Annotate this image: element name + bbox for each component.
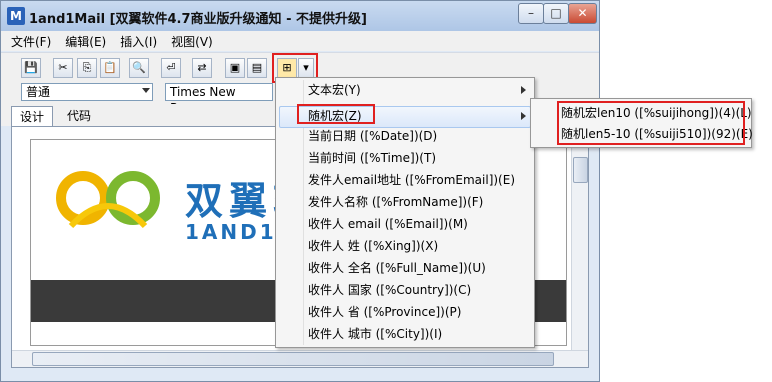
logo-subtext: 1AND1 <box>185 220 277 244</box>
tab-design[interactable]: 设计 <box>11 106 54 127</box>
style-select[interactable]: 普通 <box>21 83 153 101</box>
menu-edit[interactable]: 编辑(E) <box>55 31 110 50</box>
find-icon[interactable]: 🔍 <box>129 58 149 78</box>
submenu-highlight <box>557 101 745 145</box>
maximize-button[interactable]: □ <box>543 3 569 24</box>
minimize-button[interactable]: – <box>518 3 544 24</box>
title-bar: M 1and1Mail [双翼软件4.7商业版升级通知 - 不提供升级] – □… <box>1 1 599 31</box>
app-icon: M <box>7 7 25 25</box>
source-icon[interactable]: ⏎ <box>161 58 181 78</box>
menu-item-province[interactable]: 收件人 省 ([%Province])(P) <box>308 302 461 322</box>
menu-item-time[interactable]: 当前时间 ([%Time])(T) <box>308 148 436 168</box>
submenu-arrow-icon <box>521 86 526 94</box>
menu-insert[interactable]: 插入(I) <box>110 31 161 50</box>
menu-item-city[interactable]: 收件人 城市 ([%City])(I) <box>308 324 442 344</box>
close-button[interactable]: ✕ <box>568 3 597 24</box>
menu-item-email[interactable]: 收件人 email ([%Email])(M) <box>308 214 468 234</box>
menu-item-full-name[interactable]: 收件人 全名 ([%Full_Name])(U) <box>308 258 486 278</box>
submenu-arrow-icon <box>521 112 526 120</box>
image-folder-icon[interactable]: ▤ <box>247 58 267 78</box>
menu-view[interactable]: 视图(V) <box>161 31 217 50</box>
horizontal-scroll-thumb[interactable] <box>32 352 554 366</box>
font-select[interactable]: Times New Roman <box>165 83 273 115</box>
replace-icon[interactable]: ⇄ <box>192 58 212 78</box>
vertical-scrollbar[interactable] <box>571 127 588 352</box>
image-icon[interactable]: ▣ <box>225 58 245 78</box>
vertical-scroll-thumb[interactable] <box>573 157 588 183</box>
tab-code[interactable]: 代码 <box>59 106 99 126</box>
menu-file[interactable]: 文件(F) <box>1 31 55 50</box>
menu-item-date[interactable]: 当前日期 ([%Date])(D) <box>308 126 437 146</box>
cut-icon[interactable]: ✂ <box>53 58 73 78</box>
save-icon[interactable]: 💾 <box>21 58 41 78</box>
menu-item-from-email[interactable]: 发件人email地址 ([%FromEmail])(E) <box>308 170 515 190</box>
horizontal-scrollbar[interactable] <box>12 350 588 367</box>
menu-item-xing[interactable]: 收件人 姓 ([%Xing])(X) <box>308 236 438 256</box>
menu-item-from-name[interactable]: 发件人名称 ([%FromName])(F) <box>308 192 483 212</box>
random-macro-highlight <box>297 104 375 124</box>
menu-item-text-macro[interactable]: 文本宏(Y) <box>308 80 361 100</box>
copy-icon[interactable]: ⎘ <box>77 58 97 78</box>
menu-bar: 文件(F) 编辑(E) 插入(I) 视图(V) <box>1 31 599 51</box>
style-select-value: 普通 <box>26 85 51 99</box>
logo-icon <box>56 171 160 229</box>
window-title: 1and1Mail [双翼软件4.7商业版升级通知 - 不提供升级] <box>29 12 367 27</box>
chevron-down-icon <box>142 88 150 93</box>
menu-item-country[interactable]: 收件人 国家 ([%Country])(C) <box>308 280 471 300</box>
paste-icon[interactable]: 📋 <box>100 58 120 78</box>
